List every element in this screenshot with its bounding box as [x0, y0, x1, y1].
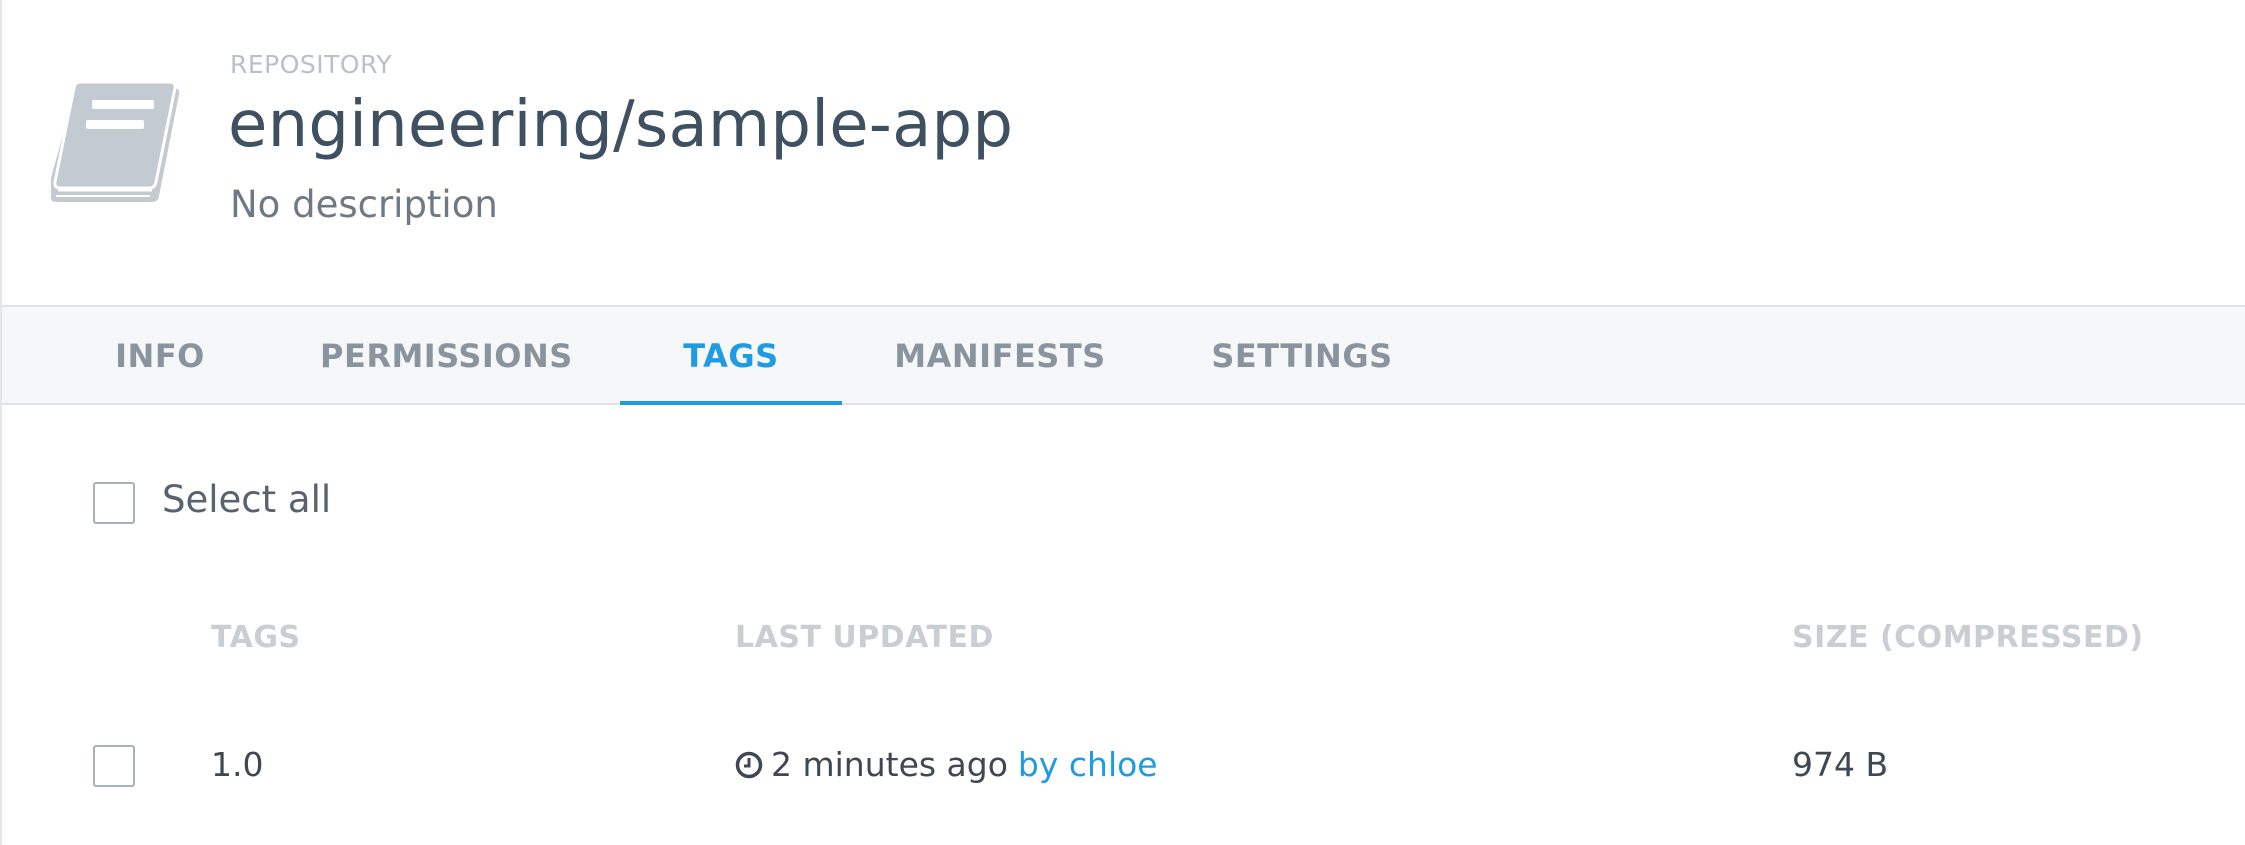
- select-all-label: Select all: [162, 478, 332, 521]
- column-header-last-updated[interactable]: LAST UPDATED: [735, 620, 994, 655]
- clock-icon: [735, 751, 763, 778]
- tag-name[interactable]: 1.0: [211, 745, 263, 784]
- tab-settings[interactable]: SETTINGS: [1202, 307, 1402, 405]
- repository-header: REPOSITORY engineering/sample-app No des…: [2, 0, 2245, 305]
- tab-permissions[interactable]: PERMISSIONS: [320, 307, 572, 405]
- repository-kind-label: REPOSITORY: [230, 50, 393, 79]
- column-header-size[interactable]: SIZE (COMPRESSED): [1792, 620, 2144, 655]
- column-header-tags[interactable]: TAGS: [211, 620, 301, 655]
- repository-page: REPOSITORY engineering/sample-app No des…: [0, 0, 2245, 845]
- tag-size: 974 B: [1792, 745, 1889, 784]
- tab-bar: INFO PERMISSIONS TAGS MANIFESTS SETTINGS: [2, 305, 2245, 405]
- select-all-checkbox[interactable]: [93, 482, 135, 524]
- updated-by-link[interactable]: by chloe: [1018, 745, 1158, 784]
- last-updated-time: 2 minutes ago: [771, 745, 1008, 784]
- repository-description: No description: [230, 183, 498, 226]
- page-title: engineering/sample-app: [228, 88, 1014, 162]
- tab-tags[interactable]: TAGS: [620, 307, 842, 405]
- tab-manifests[interactable]: MANIFESTS: [892, 307, 1108, 405]
- row-checkbox[interactable]: [93, 745, 135, 787]
- last-updated-cell: 2 minutes ago by chloe: [735, 745, 1158, 784]
- book-icon: [50, 80, 180, 202]
- tab-info[interactable]: INFO: [90, 307, 230, 405]
